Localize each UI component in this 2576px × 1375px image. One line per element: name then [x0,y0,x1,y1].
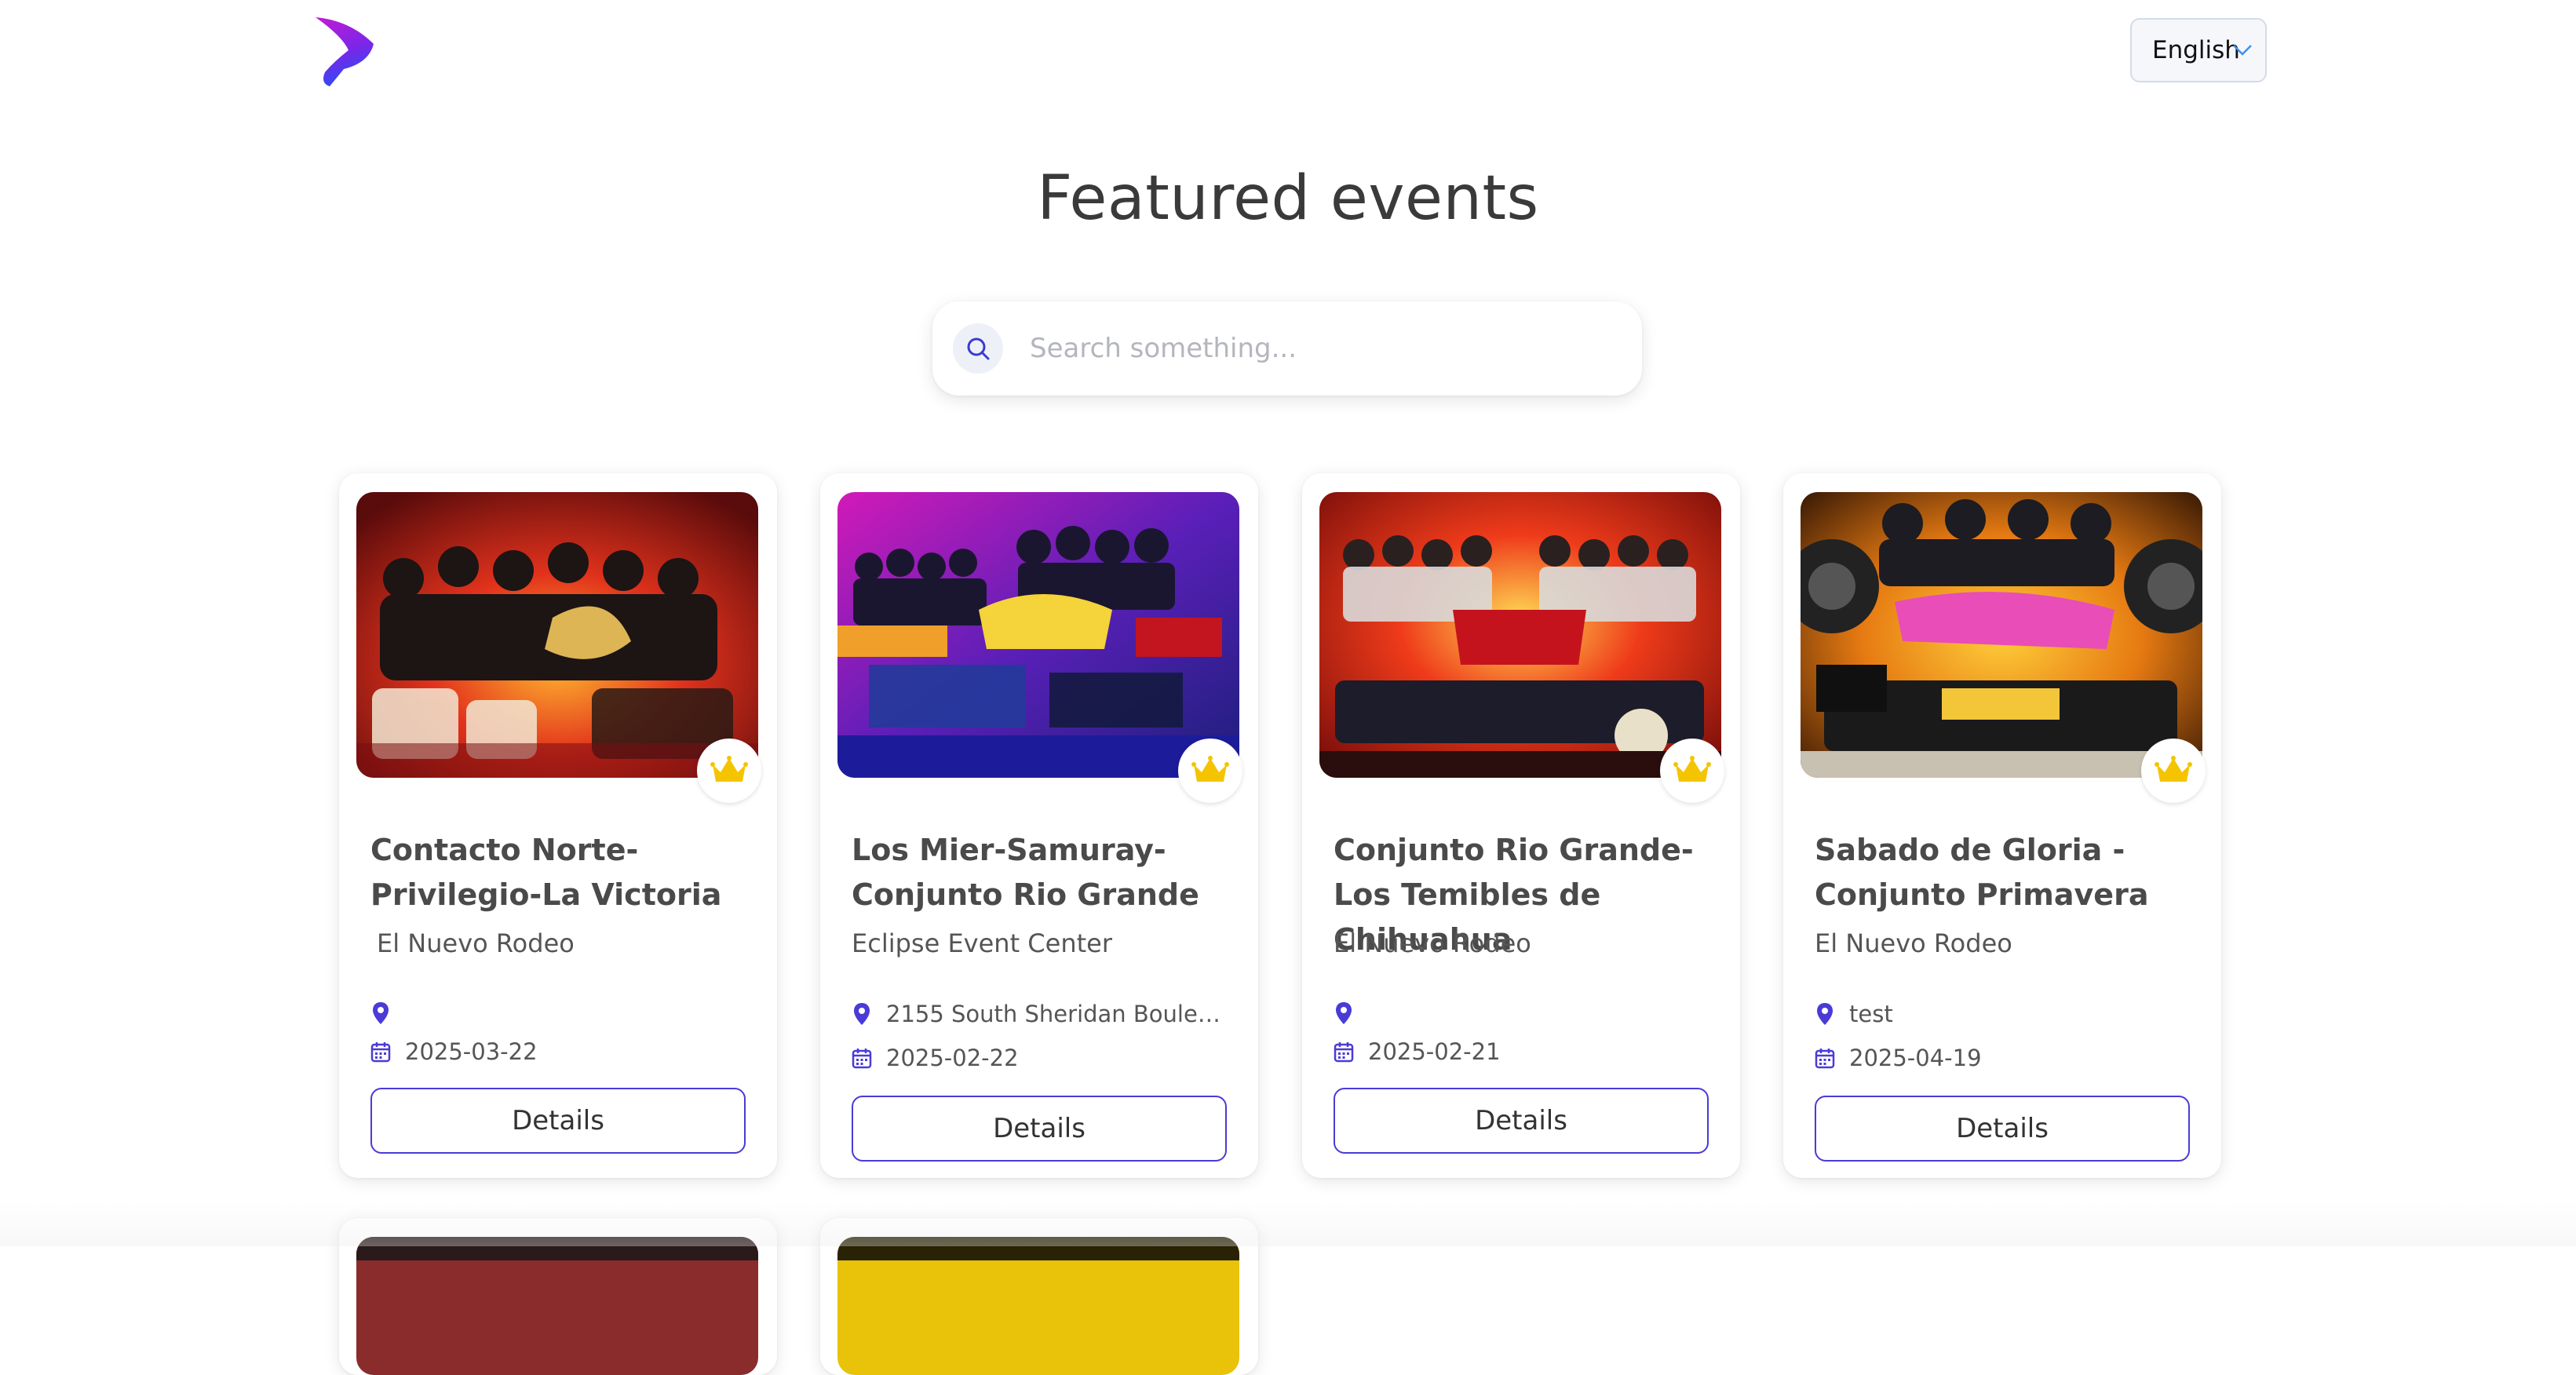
event-title: Sabado de Gloria - Conjunto Primavera [1815,833,2149,912]
page-title: Featured events [1037,163,1539,234]
event-address-text: 2155 South Sheridan Boulevar... [886,1001,1224,1027]
event-card[interactable] [339,1218,777,1375]
event-card[interactable]: Sabado de Gloria - Conjunto Primavera El… [1783,473,2221,1178]
search-input[interactable] [1028,332,1581,365]
event-poster[interactable] [837,1237,1239,1375]
calendar-icon [370,1042,391,1063]
event-address: 2155 South Sheridan Boulevar... [852,1001,1224,1027]
logo-icon [316,17,374,86]
language-label: English [2152,36,2240,64]
event-date: 2025-02-21 [1334,1038,1501,1065]
details-button[interactable]: Details [852,1096,1227,1162]
event-venue: Eclipse Event Center [852,928,1112,958]
details-button[interactable]: Details [370,1088,746,1154]
event-date-text: 2025-02-21 [1368,1038,1501,1065]
logo[interactable] [312,14,378,89]
featured-badge [1660,739,1724,803]
event-date-text: 2025-03-22 [405,1038,538,1065]
search-bar[interactable] [932,301,1642,396]
search-icon[interactable] [953,323,1003,374]
event-card[interactable] [820,1218,1258,1375]
details-button[interactable]: Details [1815,1096,2190,1162]
event-title: Contacto Norte-Privilegio-La Victoria [370,833,722,912]
chevron-down-icon [2233,45,2252,56]
event-date: 2025-02-22 [852,1045,1019,1071]
event-poster[interactable] [356,492,758,778]
event-venue: El Nuevo Rodeo [1334,928,1531,958]
crown-icon [2155,756,2192,782]
event-venue: El Nuevo Rodeo [1815,928,2012,958]
featured-badge [1178,739,1242,803]
calendar-icon [1815,1049,1835,1069]
crown-icon [1673,756,1711,782]
event-title: Los Mier-Samuray-Conjunto Rio Grande [852,833,1199,912]
crown-icon [1191,756,1229,782]
event-address: test [1815,1001,1893,1027]
event-poster[interactable] [837,492,1239,778]
event-poster[interactable] [356,1237,758,1375]
event-address [370,1001,405,1026]
event-date-text: 2025-02-22 [886,1045,1019,1071]
event-card[interactable]: Contacto Norte-Privilegio-La Victoria El… [339,473,777,1178]
event-date: 2025-03-22 [370,1038,538,1065]
location-pin-icon [1336,1002,1352,1024]
location-pin-icon [854,1003,870,1025]
language-select[interactable]: English [2130,18,2267,82]
event-poster[interactable] [1319,492,1721,778]
event-date-text: 2025-04-19 [1849,1045,1982,1071]
location-pin-icon [373,1002,389,1024]
crown-icon [710,756,748,782]
event-address [1334,1001,1368,1026]
event-address-text: test [1849,1001,1893,1027]
details-button[interactable]: Details [1334,1088,1709,1154]
calendar-icon [852,1049,872,1069]
event-date: 2025-04-19 [1815,1045,1982,1071]
event-venue: El Nuevo Rodeo [377,928,575,958]
featured-badge [2141,739,2206,803]
location-pin-icon [1817,1003,1833,1025]
featured-badge [697,739,761,803]
calendar-icon [1334,1042,1354,1063]
event-poster[interactable] [1801,492,2202,778]
event-card[interactable]: Los Mier-Samuray-Conjunto Rio Grande Ecl… [820,473,1258,1178]
event-card[interactable]: Conjunto Rio Grande-Los Temibles de Chih… [1302,473,1740,1178]
